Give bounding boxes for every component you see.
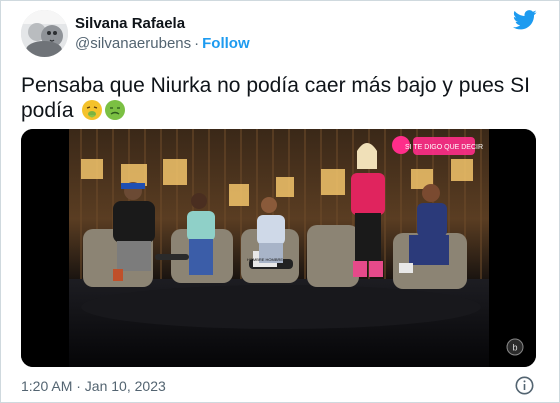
info-circle-icon[interactable] — [515, 376, 534, 395]
video-frame: SI TE DIGO QUE DECIR HOMBRE HOMBRE b — [21, 129, 536, 367]
author-handle[interactable]: @silvanaerubens — [75, 35, 191, 52]
nauseated-face-emoji — [105, 100, 126, 120]
separator-dot: · — [194, 35, 200, 52]
show-logo-text: SI TE DIGO QUE DECIR — [405, 144, 483, 151]
author-name[interactable]: Silvana Rafaela — [75, 15, 185, 32]
table-sign-text: HOMBRE HOMBRE — [247, 257, 284, 262]
video-badge-text: b — [512, 343, 517, 353]
video-player[interactable]: SI TE DIGO QUE DECIR HOMBRE HOMBRE b — [21, 129, 536, 367]
vomiting-face-emoji — [82, 100, 103, 120]
follow-button[interactable]: Follow — [202, 35, 250, 52]
avatar-image — [21, 10, 68, 57]
twitter-bird-icon[interactable] — [512, 10, 537, 30]
author-handle-row: @silvanaerubens · Follow — [75, 35, 250, 52]
show-logo: SI TE DIGO QUE DECIR — [392, 136, 483, 155]
video-badge-icon[interactable]: b — [506, 338, 524, 356]
tweet-text-block: Pensaba que Niurka no podía caer más baj… — [21, 73, 541, 123]
tweet-timestamp[interactable]: 1:20 AM · Jan 10, 2023 — [21, 378, 166, 394]
avatar[interactable] — [21, 10, 68, 57]
tweet-card: Silvana Rafaela @silvanaerubens · Follow P… — [0, 0, 560, 403]
